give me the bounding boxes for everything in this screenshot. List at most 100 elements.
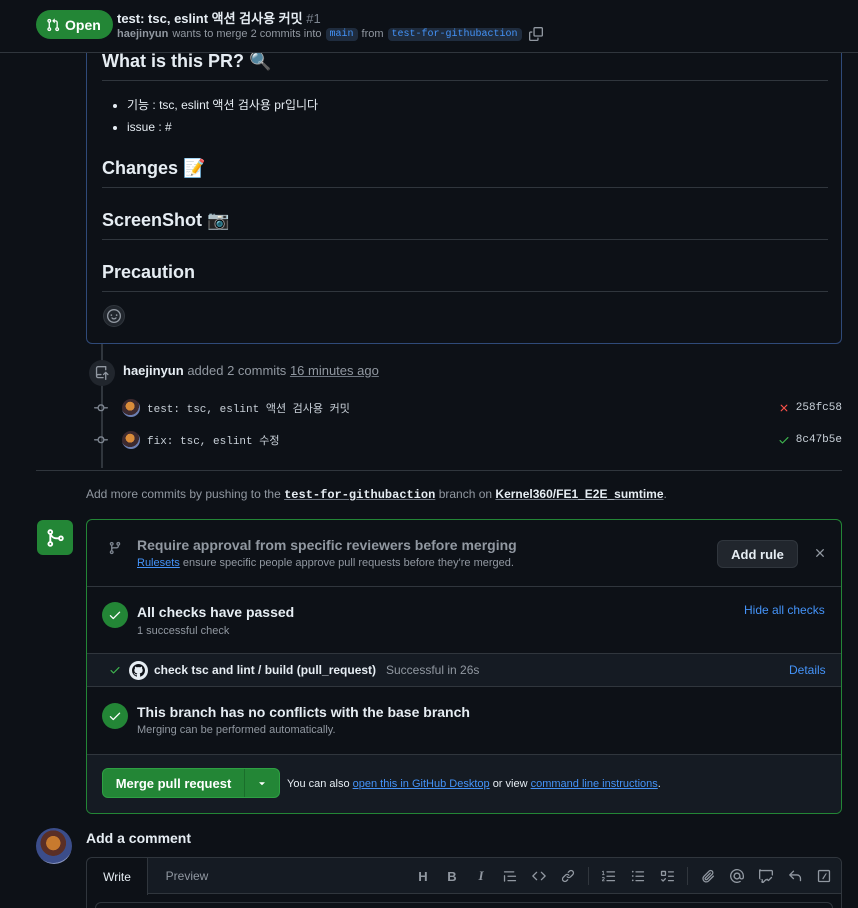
- sticky-pr-header: Open test: tsc, eslint 액션 검사용 커밋 #1 haej…: [0, 0, 858, 53]
- timeline-event: haejinyun added 2 commits 16 minutes ago: [123, 363, 379, 378]
- heading-icon[interactable]: H: [414, 867, 432, 885]
- head-branch[interactable]: test-for-githubaction: [387, 27, 522, 41]
- triangle-down-icon: [259, 782, 265, 786]
- repo-push-icon: [95, 366, 109, 380]
- check-circle-icon: [102, 703, 128, 729]
- ruleset-title: Require approval from specific reviewers…: [137, 537, 517, 553]
- copy-icon[interactable]: [528, 27, 543, 41]
- commit-sha[interactable]: 258fc58: [796, 402, 842, 414]
- check-run-row: check tsc and lint / build (pull_request…: [87, 654, 841, 687]
- pr-merge-text: wants to merge 2 commits into: [172, 28, 322, 40]
- push-note-mid: branch on: [438, 487, 493, 501]
- comment-heading: Add a comment: [86, 830, 192, 846]
- tab-write[interactable]: Write: [87, 858, 148, 895]
- base-branch[interactable]: main: [325, 27, 358, 41]
- rulesets-link[interactable]: Rulesets: [137, 557, 180, 569]
- pr-title: test: tsc, eslint 액션 검사용 커밋 #1: [117, 8, 321, 27]
- details-link[interactable]: Details: [789, 663, 826, 677]
- pr-number: #1: [306, 11, 321, 26]
- push-branch[interactable]: test-for-githubaction: [284, 488, 435, 502]
- avatar[interactable]: [122, 431, 140, 449]
- checks-subtitle: 1 successful check: [137, 625, 230, 637]
- numbered-list-icon[interactable]: [600, 867, 618, 885]
- pr-author[interactable]: haejinyun: [117, 28, 168, 40]
- ruleset-section: Require approval from specific reviewers…: [87, 520, 841, 587]
- add-rule-button[interactable]: Add rule: [717, 540, 798, 568]
- check-circle-icon: [102, 602, 128, 628]
- merge-status-icon: [37, 520, 73, 555]
- push-note-end: .: [663, 487, 667, 501]
- pr-title-text: test: tsc, eslint 액션 검사용 커밋: [117, 11, 303, 26]
- tab-preview[interactable]: Preview: [148, 858, 226, 894]
- merge-method-dropdown[interactable]: [245, 769, 279, 797]
- unordered-list-icon[interactable]: [629, 867, 647, 885]
- merge-alternatives: You can also open this in GitHub Desktop…: [287, 778, 661, 790]
- mention-icon[interactable]: [728, 867, 746, 885]
- merge-box: Require approval from specific reviewers…: [86, 519, 842, 814]
- pr-state-label: Open: [65, 16, 101, 33]
- desc-heading-what: What is this PR? 🔍: [102, 51, 828, 81]
- git-branch-icon: [109, 541, 121, 555]
- checks-section: All checks have passed 1 successful chec…: [87, 587, 841, 654]
- pr-meta: haejinyun wants to merge 2 commits into …: [117, 27, 543, 41]
- checks-title: All checks have passed: [137, 604, 295, 620]
- commit-row: test: tsc, eslint 액션 검사용 커밋 258fc58: [94, 398, 844, 418]
- toolbar-divider: [588, 867, 589, 885]
- reference-icon[interactable]: [757, 867, 775, 885]
- pr-from-text: from: [361, 28, 384, 40]
- conflicts-title: This branch has no conflicts with the ba…: [137, 704, 470, 720]
- check-pass-icon[interactable]: [778, 434, 790, 446]
- add-reaction-button[interactable]: [103, 305, 125, 327]
- push-note-prefix: Add more commits by pushing to the: [86, 487, 281, 501]
- event-time[interactable]: 16 minutes ago: [290, 363, 379, 378]
- italic-icon[interactable]: I: [472, 867, 490, 885]
- comment-tab-bar: Write Preview H B I: [87, 858, 841, 895]
- conflicts-subtitle: Merging can be performed automatically.: [137, 724, 336, 736]
- commit-message[interactable]: fix: tsc, eslint 수정: [147, 432, 279, 448]
- avatar[interactable]: [36, 828, 72, 864]
- quote-icon[interactable]: [501, 867, 519, 885]
- check-run-status: Successful in 26s: [386, 663, 480, 677]
- bold-icon[interactable]: B: [443, 867, 461, 885]
- ruleset-text: ensure specific people approve pull requ…: [182, 557, 514, 569]
- avatar[interactable]: [122, 399, 140, 417]
- alt-end: .: [657, 778, 661, 790]
- alt-mid: or view: [492, 778, 528, 790]
- git-commit-icon: [94, 401, 108, 415]
- commit-sha[interactable]: 8c47b5e: [796, 434, 842, 446]
- markdown-toolbar: H B I: [414, 867, 833, 885]
- attach-icon[interactable]: [699, 867, 717, 885]
- push-repo[interactable]: Kernel360/FE1_E2E_sumtime: [495, 487, 663, 501]
- link-icon[interactable]: [559, 867, 577, 885]
- event-action: added 2 commits: [187, 363, 287, 378]
- desc-list-item: 기능 : tsc, eslint 액션 검사용 pr입니다: [127, 94, 318, 116]
- git-pull-request-icon: [47, 18, 60, 31]
- merge-pull-request-button[interactable]: Merge pull request: [103, 769, 245, 797]
- code-icon[interactable]: [530, 867, 548, 885]
- open-desktop-link[interactable]: open this in GitHub Desktop: [353, 778, 490, 790]
- desc-heading-screenshot: ScreenShot 📷: [102, 210, 828, 240]
- slash-icon[interactable]: [815, 867, 833, 885]
- desc-list-item: issue : #: [127, 116, 318, 138]
- close-icon[interactable]: [813, 546, 827, 560]
- git-merge-icon: [47, 528, 64, 547]
- conflicts-section: This branch has no conflicts with the ba…: [87, 687, 841, 755]
- commit-sha-group: 8c47b5e: [778, 434, 842, 446]
- event-actor[interactable]: haejinyun: [123, 363, 184, 378]
- smiley-icon: [107, 309, 121, 323]
- comment-textarea[interactable]: [95, 902, 833, 908]
- merge-button-group: Merge pull request: [102, 768, 280, 798]
- reply-icon[interactable]: [786, 867, 804, 885]
- check-run-name[interactable]: check tsc and lint / build (pull_request…: [154, 663, 376, 677]
- desc-heading-changes: Changes 📝: [102, 158, 828, 188]
- cli-instructions-link[interactable]: command line instructions: [531, 778, 658, 790]
- hide-checks-link[interactable]: Hide all checks: [744, 603, 825, 617]
- commit-message[interactable]: test: tsc, eslint 액션 검사용 커밋: [147, 400, 350, 416]
- task-list-icon[interactable]: [658, 867, 676, 885]
- desc-list: 기능 : tsc, eslint 액션 검사용 pr입니다 issue : #: [127, 94, 318, 138]
- timeline-divider: [36, 470, 842, 471]
- x-fail-icon[interactable]: [778, 402, 790, 414]
- timeline-event-icon: [89, 360, 115, 386]
- github-actions-icon: [129, 661, 148, 680]
- pr-description-box: What is this PR? 🔍 기능 : tsc, eslint 액션 검…: [86, 30, 842, 344]
